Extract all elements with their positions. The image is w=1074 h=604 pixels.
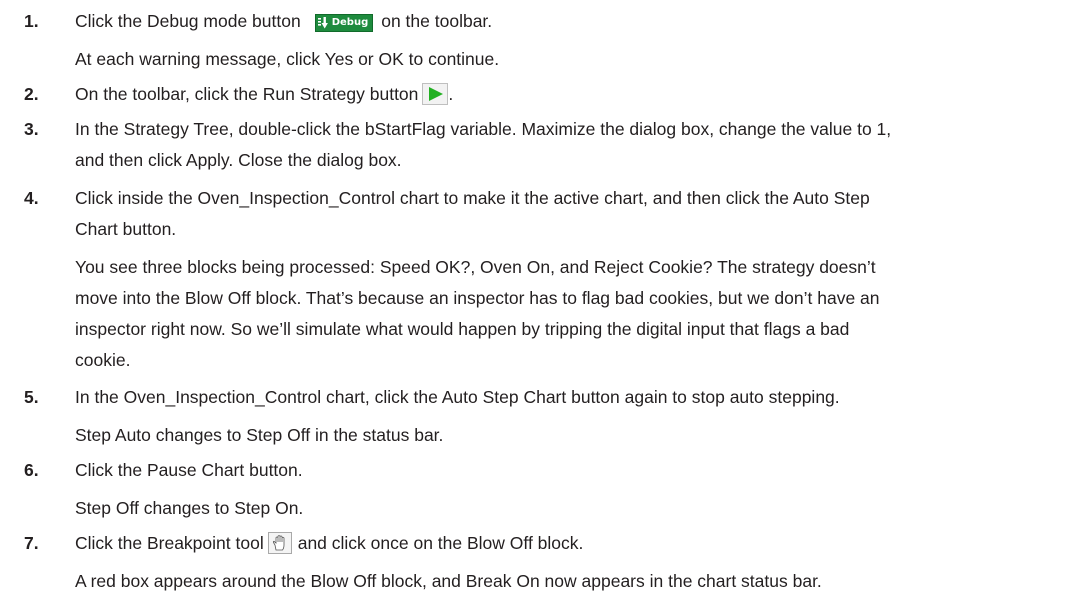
breakpoint-tool-button [267,532,292,554]
step-number: 5. [24,387,39,407]
step-text: and then click Apply. Close the dialog b… [75,150,402,170]
step-5: 5. In the Oven_Inspection_Control chart,… [24,382,1060,451]
step-note: At each warning message, click Yes or OK… [75,49,500,69]
step-text: Click inside the Oven_Inspection_Control… [75,188,870,208]
step-note: A red box appears around the Blow Off bl… [75,571,822,591]
step-number: 1. [24,11,39,31]
step-text: In the Strategy Tree, double-click the b… [75,119,892,139]
step-text: . [448,84,454,104]
step-note: You see three blocks being processed: Sp… [75,257,876,277]
step-note: inspector right now. So we’ll simulate w… [75,319,850,339]
step-text: Click the Debug mode button [75,11,301,31]
step-3: 3. In the Strategy Tree, double-click th… [24,114,1060,176]
step-note: move into the Blow Off block. That’s bec… [75,288,880,308]
step-text: In the Oven_Inspection_Control chart, cl… [75,387,840,407]
debug-mode-button: Debug [314,14,374,32]
step-text: Chart button. [75,219,177,239]
step-text: on the toolbar. [381,11,493,31]
step-note: Step Off changes to Step On. [75,498,304,518]
run-strategy-button [422,83,449,105]
step-number: 6. [24,460,39,480]
step-number: 4. [24,188,39,208]
step-note: Step Auto changes to Step Off in the sta… [75,425,444,445]
step-text: On the toolbar, click the Run Strategy b… [75,84,419,104]
debug-button-label: Debug [331,17,369,28]
step-6: 6. Click the Pause Chart button. Step Of… [24,455,1060,524]
step-number: 7. [24,533,39,553]
breakpoint-hand-icon [272,535,285,551]
step-number: 2. [24,84,39,104]
step-2: 2. On the toolbar, click the Run Strateg… [24,79,1060,110]
step-note: cookie. [75,350,131,370]
step-number: 3. [24,119,39,139]
instructions-page: 1. Click the Debug mode button Debug on th… [0,0,1074,604]
step-7: 7. Click the Breakpoint tool and click on… [24,528,1060,597]
run-strategy-icon [429,87,444,101]
step-text: Click the Pause Chart button. [75,460,303,480]
step-text: Click the Breakpoint tool [75,533,264,553]
step-text: and click once on the Blow Off block. [297,533,584,553]
debug-mode-icon [317,17,328,29]
step-1: 1. Click the Debug mode button Debug on th… [24,6,1060,75]
step-4: 4. Click inside the Oven_Inspection_Cont… [24,183,1060,376]
